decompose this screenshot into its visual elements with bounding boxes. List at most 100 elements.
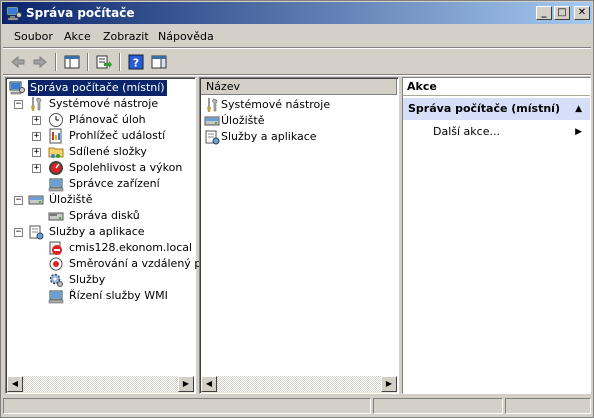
menu-bar: Soubor Akce Zobrazit Nápověda xyxy=(3,27,591,47)
computer-management-icon xyxy=(9,81,25,95)
actions-header: Akce xyxy=(403,78,590,96)
scroll-left-button[interactable]: ◀ xyxy=(201,376,217,392)
help-icon: ? xyxy=(128,54,144,70)
results-pane[interactable]: Název Systémové nástroje Úložiště Služby… xyxy=(199,77,399,394)
main-window: Správa počítače _ □ ✕ Soubor Akce Zobraz… xyxy=(0,0,594,418)
back-button[interactable] xyxy=(7,52,29,72)
menu-akce[interactable]: Akce xyxy=(64,30,91,43)
tree-item-label: Spolehlivost a výkon xyxy=(69,161,183,174)
tree-item-services[interactable]: Služby xyxy=(6,272,195,288)
tree-item-label: Správa disků xyxy=(69,209,140,222)
storage-icon xyxy=(204,116,220,126)
list-item-label: Služby a aplikace xyxy=(221,130,317,143)
tree-item-label: cmis128.ekonom.local xyxy=(69,241,193,254)
toolbar-divider xyxy=(3,74,591,76)
menu-zobrazit[interactable]: Zobrazit xyxy=(103,30,149,43)
column-header-label: Název xyxy=(206,80,241,93)
tree-item-cmis128[interactable]: cmis128.ekonom.local xyxy=(6,240,195,256)
scroll-right-button[interactable]: ▶ xyxy=(381,376,397,392)
export-list-button[interactable] xyxy=(93,52,115,72)
tree-item-label: Správce zařízení xyxy=(69,177,160,190)
menu-napoveda[interactable]: Nápověda xyxy=(158,30,214,43)
tree-item-device-manager[interactable]: Správce zařízení xyxy=(6,176,195,192)
forward-button[interactable] xyxy=(29,52,51,72)
close-button[interactable]: ✕ xyxy=(574,6,590,20)
tree-item-label: Služby a aplikace xyxy=(49,225,145,238)
tree-item-label: Služby xyxy=(69,273,106,286)
status-cell xyxy=(3,398,371,414)
menu-soubor[interactable]: Soubor xyxy=(14,30,53,43)
show-hide-action-pane-button[interactable] xyxy=(148,52,170,72)
help-button[interactable]: ? xyxy=(125,52,147,72)
tree-item-wmi[interactable]: Řízení služby WMI xyxy=(6,288,195,304)
routing-icon xyxy=(49,257,63,271)
tools-icon xyxy=(31,97,42,111)
wmi-icon xyxy=(48,290,64,304)
show-hide-tree-button[interactable] xyxy=(61,52,83,72)
tree-item-system-tools[interactable]: − Systémové nástroje xyxy=(6,96,195,112)
console-tree-pane[interactable]: Správa počítače (místní) − Systémové nás… xyxy=(5,77,215,394)
scroll-right-button[interactable]: ▶ xyxy=(178,376,194,392)
tree-item-label: Sdílené složky xyxy=(69,145,147,158)
list-item[interactable]: Služby a aplikace xyxy=(202,129,398,145)
status-cell xyxy=(505,398,591,414)
tree-item-disk-management[interactable]: Správa disků xyxy=(6,208,195,224)
list-item-label: Systémové nástroje xyxy=(221,98,331,111)
tree-item-reliability[interactable]: + Spolehlivost a výkon xyxy=(6,160,195,176)
minimize-button[interactable]: _ xyxy=(536,6,552,20)
actions-section-header[interactable]: Správa počítače (místní) ▲ xyxy=(403,98,590,120)
column-header-name[interactable]: Název xyxy=(201,79,397,95)
scroll-track[interactable] xyxy=(217,376,381,392)
tree-item-shared-folders[interactable]: + Sdílené složky xyxy=(6,144,195,160)
list-item[interactable]: Systémové nástroje xyxy=(202,97,398,113)
tree-item-label: Řízení služby WMI xyxy=(69,289,168,302)
collapse-toggle[interactable]: − xyxy=(14,196,23,205)
tools-icon xyxy=(207,98,218,112)
toolbar-separator xyxy=(55,53,57,71)
title-bar[interactable]: Správa počítače _ □ ✕ xyxy=(2,2,592,24)
clock-icon xyxy=(49,113,63,127)
action-pane: Akce Správa počítače (místní) ▲ Další ak… xyxy=(402,77,591,394)
collapse-toggle[interactable]: − xyxy=(14,228,23,237)
tree-item-label: Úložiště xyxy=(49,193,93,206)
maximize-button[interactable]: □ xyxy=(554,6,570,20)
actions-section-label: Správa počítače (místní) xyxy=(408,102,560,115)
scroll-left-button[interactable]: ◀ xyxy=(7,376,23,392)
action-more-actions[interactable]: Další akce... ▶ xyxy=(403,124,590,140)
export-list-icon xyxy=(96,55,112,69)
tree-item-label: Směrování a vzdálený přís xyxy=(69,257,215,270)
list-item[interactable]: Úložiště xyxy=(202,113,398,129)
scroll-track[interactable] xyxy=(23,376,178,392)
tree-root-label: Správa počítače (místní) xyxy=(27,79,168,97)
toolbar-separator xyxy=(119,53,121,71)
tree-item-routing[interactable]: Směrování a vzdálený přís xyxy=(6,256,215,272)
tree-item-storage[interactable]: − Úložiště xyxy=(6,192,195,208)
services-apps-icon xyxy=(205,130,220,145)
window-title: Správa počítače xyxy=(26,6,135,20)
expand-toggle[interactable]: + xyxy=(32,164,41,173)
tree-item-services-apps[interactable]: − Služby a aplikace xyxy=(6,224,195,240)
tree-horizontal-scrollbar[interactable]: ◀ ▶ xyxy=(7,376,194,393)
event-viewer-icon xyxy=(49,128,62,144)
device-manager-icon xyxy=(48,178,64,192)
status-cell xyxy=(373,398,503,414)
tree-item-event-viewer[interactable]: + Prohlížeč událostí xyxy=(6,128,195,144)
shared-folder-icon xyxy=(48,147,64,158)
tree-item-label: Prohlížeč událostí xyxy=(69,129,166,142)
svg-text:?: ? xyxy=(133,57,139,70)
collapse-up-icon[interactable]: ▲ xyxy=(575,98,582,120)
performance-icon xyxy=(49,161,63,175)
console-tree-icon xyxy=(64,55,80,69)
computer-management-icon xyxy=(6,6,22,21)
status-bar xyxy=(3,397,591,415)
tree-item-label: Systémové nástroje xyxy=(49,97,159,110)
collapse-toggle[interactable]: − xyxy=(14,100,23,109)
tree-item-task-scheduler[interactable]: + Plánovač úloh xyxy=(6,112,195,128)
list-item-label: Úložiště xyxy=(221,114,265,127)
expand-toggle[interactable]: + xyxy=(32,148,41,157)
expand-toggle[interactable]: + xyxy=(32,132,41,141)
toolbar: ? xyxy=(3,50,591,74)
expand-toggle[interactable]: + xyxy=(32,116,41,125)
list-horizontal-scrollbar[interactable]: ◀ ▶ xyxy=(201,376,397,393)
tree-root[interactable]: Správa počítače (místní) xyxy=(6,79,195,97)
